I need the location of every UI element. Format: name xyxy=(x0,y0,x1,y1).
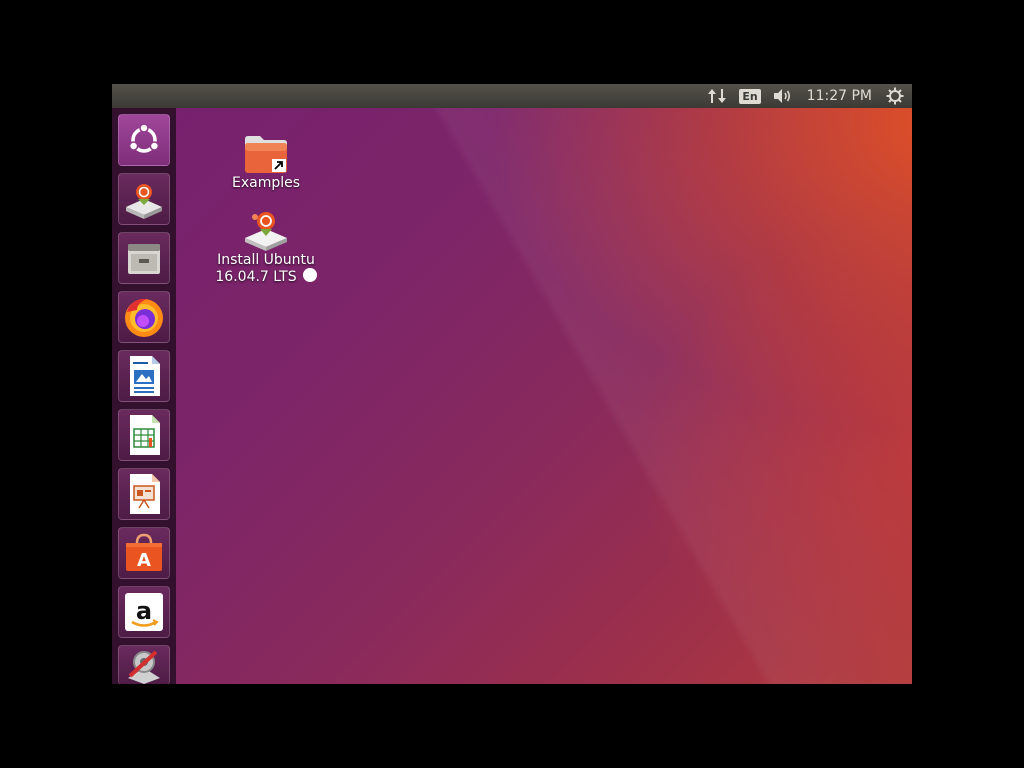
language-label: En xyxy=(739,88,761,104)
launcher-item-dash-home[interactable] xyxy=(118,114,170,166)
impress-presentation-icon xyxy=(130,474,160,514)
software-bag-icon: A xyxy=(126,533,162,571)
settings-icon xyxy=(128,650,160,684)
launcher-item-amazon[interactable]: a xyxy=(118,586,170,638)
volume-icon xyxy=(773,89,790,103)
install-ubuntu-label-line1: Install Ubuntu xyxy=(217,252,315,268)
writer-document-icon xyxy=(130,356,160,396)
launcher-item-system-settings[interactable] xyxy=(118,645,170,684)
power-gear-icon xyxy=(886,87,904,105)
svg-text:a: a xyxy=(136,597,152,625)
calc-spreadsheet-icon xyxy=(130,415,160,455)
installer-icon xyxy=(126,184,162,219)
firefox-icon xyxy=(125,298,163,337)
clock[interactable]: 11:27 PM xyxy=(801,84,878,108)
installer-icon xyxy=(245,212,287,251)
desktop-icon-examples[interactable]: Examples xyxy=(206,133,326,192)
network-indicator[interactable] xyxy=(703,84,731,108)
launcher-item-install-ubuntu[interactable] xyxy=(118,173,170,225)
sound-indicator[interactable] xyxy=(769,84,797,108)
top-panel: En 11:27 PM xyxy=(112,84,912,108)
amazon-icon: a xyxy=(125,593,163,631)
folder-link-icon xyxy=(245,136,287,173)
launcher-item-libreoffice-writer[interactable] xyxy=(118,350,170,402)
busy-cursor-icon xyxy=(302,268,317,282)
launcher-item-firefox[interactable] xyxy=(118,291,170,343)
install-ubuntu-label-line2-row: 16.04.7 LTS xyxy=(215,268,317,286)
launcher-item-libreoffice-calc[interactable] xyxy=(118,409,170,461)
file-cabinet-icon xyxy=(128,244,160,274)
launcher-item-ubuntu-software[interactable]: A xyxy=(118,527,170,579)
session-menu[interactable] xyxy=(882,84,908,108)
examples-label: Examples xyxy=(231,175,301,191)
ubuntu-logo-icon xyxy=(128,123,160,153)
launcher-item-files[interactable] xyxy=(118,232,170,284)
ubuntu-screen: En 11:27 PM A a Examples Install Ubuntu … xyxy=(112,84,912,684)
install-ubuntu-label-line2: 16.04.7 LTS xyxy=(215,269,297,285)
launcher-item-libreoffice-impress[interactable] xyxy=(118,468,170,520)
svg-text:A: A xyxy=(137,550,151,571)
desktop[interactable]: Examples Install Ubuntu 16.04.7 LTS xyxy=(176,108,912,684)
launcher: A a xyxy=(112,108,177,684)
keyboard-language-indicator[interactable]: En xyxy=(735,84,764,108)
desktop-icon-install-ubuntu[interactable]: Install Ubuntu 16.04.7 LTS xyxy=(206,208,326,286)
network-updown-icon xyxy=(708,89,727,103)
